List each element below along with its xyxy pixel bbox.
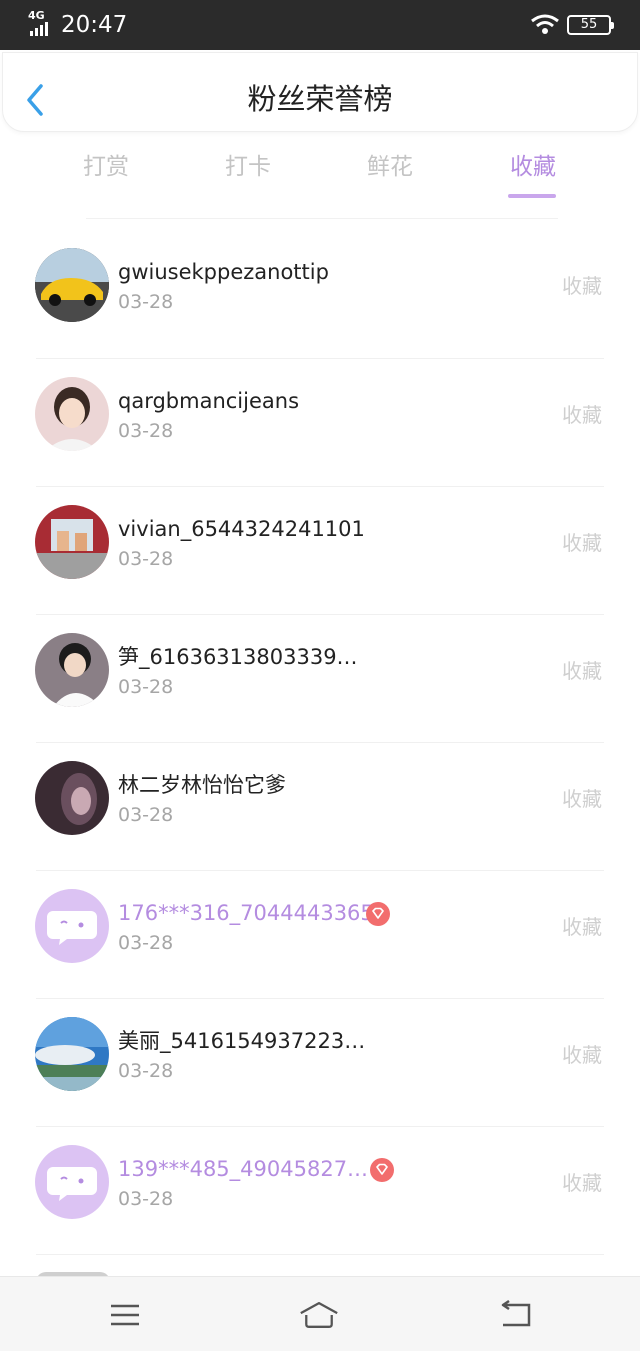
favorite-label: 收藏: [562, 787, 602, 811]
clock: 20:47: [61, 12, 128, 38]
divider: [86, 218, 558, 219]
favorite-label: 收藏: [562, 659, 602, 683]
favorite-label: 收藏: [562, 531, 602, 555]
list-item[interactable]: 笋_61636313803339… 03-28 收藏: [35, 614, 604, 742]
favorite-label: 收藏: [562, 1171, 602, 1195]
tab-flowers[interactable]: 鲜花: [345, 152, 435, 182]
avatar[interactable]: [35, 889, 109, 963]
tab-favorites[interactable]: 收藏: [488, 152, 578, 198]
avatar[interactable]: [35, 248, 109, 322]
menu-icon[interactable]: [105, 1299, 145, 1331]
fan-list: gwiusekppezanottip 03-28 收藏 qargbmancije…: [0, 230, 640, 1274]
fan-name: vivian_6544324241101: [118, 517, 365, 541]
fan-name: 176***316_7044443365: [118, 901, 374, 925]
favorite-label: 收藏: [562, 1043, 602, 1067]
status-bar: 4G 20:47 55: [0, 0, 640, 50]
fan-name: 139***485_49045827…: [118, 1157, 369, 1181]
fan-date: 03-28: [118, 1188, 174, 1210]
fan-name: 笋_61636313803339…: [118, 645, 358, 669]
avatar[interactable]: [35, 633, 109, 707]
list-item[interactable]: 176***316_7044443365 03-28 收藏: [35, 870, 604, 998]
list-item: [36, 1254, 604, 1274]
list-item[interactable]: 139***485_49045827… 03-28 收藏: [35, 1126, 604, 1254]
list-item[interactable]: qargbmancijeans 03-28 收藏: [35, 358, 604, 486]
system-nav-bar: [0, 1276, 640, 1351]
diamond-badge-icon: [366, 902, 390, 926]
header-bar: 粉丝荣誉榜: [2, 52, 638, 132]
favorite-label: 收藏: [562, 274, 602, 298]
battery-icon: 55: [567, 15, 614, 35]
return-icon[interactable]: [495, 1299, 535, 1331]
fan-date: 03-28: [118, 804, 174, 826]
wifi-icon: [531, 14, 559, 34]
tab-checkin[interactable]: 打卡: [203, 152, 293, 182]
page-title: 粉丝荣誉榜: [247, 82, 393, 116]
fan-date: 03-28: [118, 676, 174, 698]
fan-date: 03-28: [118, 1060, 174, 1082]
list-item[interactable]: vivian_6544324241101 03-28 收藏: [35, 486, 604, 614]
fan-date: 03-28: [118, 932, 174, 954]
home-icon[interactable]: [299, 1299, 339, 1331]
avatar[interactable]: [35, 377, 109, 451]
network-type: 4G: [28, 9, 45, 22]
fan-name: qargbmancijeans: [118, 389, 300, 413]
favorite-label: 收藏: [562, 403, 602, 427]
diamond-badge-icon: [370, 1158, 394, 1182]
avatar[interactable]: [35, 761, 109, 835]
avatar[interactable]: [35, 505, 109, 579]
list-item[interactable]: gwiusekppezanottip 03-28 收藏: [35, 230, 604, 358]
list-item[interactable]: 美丽_5416154937223… 03-28 收藏: [35, 998, 604, 1126]
fan-date: 03-28: [118, 420, 174, 442]
fan-name: 美丽_5416154937223…: [118, 1029, 366, 1053]
fan-date: 03-28: [118, 291, 174, 313]
tab-bar: 打赏 打卡 鲜花 收藏: [0, 140, 640, 210]
fan-name: gwiusekppezanottip: [118, 260, 329, 284]
avatar[interactable]: [35, 1145, 109, 1219]
list-item[interactable]: 林二岁林怡怡它爹 03-28 收藏: [35, 742, 604, 870]
favorite-label: 收藏: [562, 915, 602, 939]
tab-reward[interactable]: 打赏: [61, 152, 151, 182]
signal-icon: [30, 22, 48, 36]
fan-date: 03-28: [118, 548, 174, 570]
avatar[interactable]: [35, 1017, 109, 1091]
fan-name: 林二岁林怡怡它爹: [118, 773, 286, 797]
